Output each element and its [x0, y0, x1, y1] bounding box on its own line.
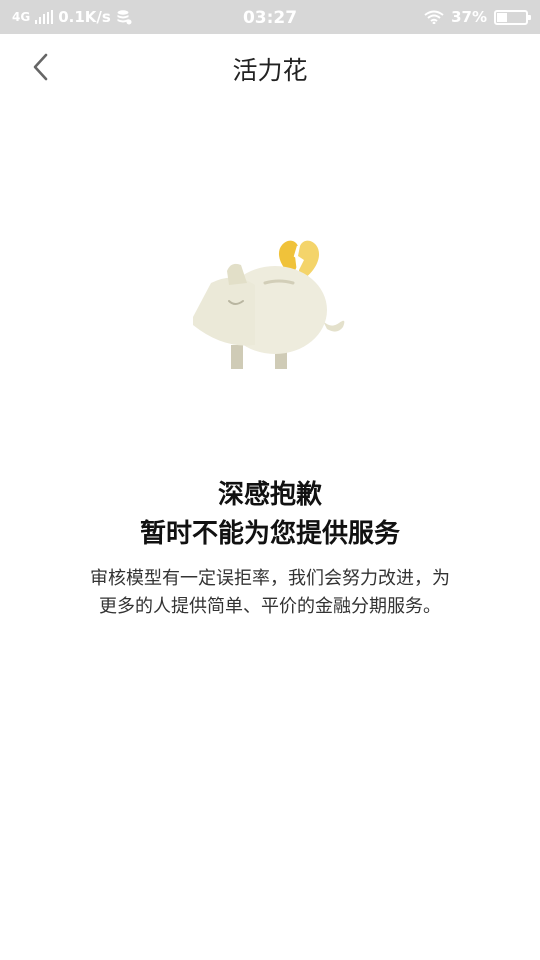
battery-icon [494, 9, 531, 25]
piggy-bank-icon [193, 263, 345, 373]
status-bar: 4G 0.1K/s 03:27 37% [0, 0, 540, 34]
battery-percent: 37% [451, 8, 487, 26]
headline-unavailable: 暂时不能为您提供服务 [139, 519, 400, 549]
nav-bar: 活力花 [0, 34, 540, 100]
broken-heart-piggy-bank-icon [175, 225, 365, 385]
screen: 4G 0.1K/s 03:27 37% 活力花 深感抱歉 暂时不能为您提供服务 … [0, 0, 540, 960]
status-right: 37% [424, 8, 531, 26]
description-line: 审核模型有一定误拒率，我们会努力改进，为 [90, 568, 450, 589]
page-title: 活力花 [232, 56, 308, 85]
description-text: 审核模型有一定误拒率，我们会努力改进，为 更多的人提供简单、平价的金融分期服务。 [50, 565, 490, 621]
wifi-icon [424, 10, 444, 24]
headline-apology: 深感抱歉 [217, 480, 322, 510]
battery-level [497, 12, 507, 22]
description-line: 更多的人提供简单、平价的金融分期服务。 [99, 596, 441, 617]
